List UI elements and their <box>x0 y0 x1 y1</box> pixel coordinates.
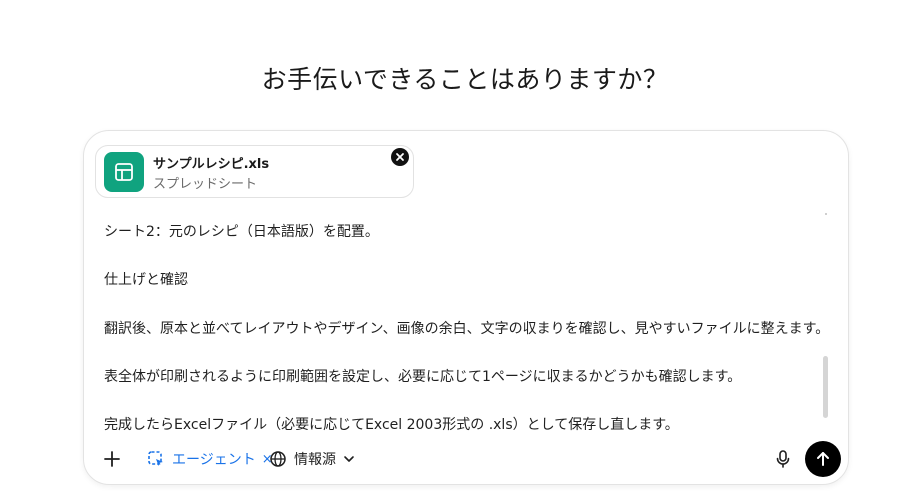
attachment-file-name: サンプルレシピ.xls <box>153 157 270 172</box>
agent-icon <box>148 451 163 466</box>
input-line: 仕上げと確認 <box>104 272 188 288</box>
sources-dropdown[interactable]: 情報源 <box>269 447 355 471</box>
remove-attachment-button[interactable] <box>391 148 409 166</box>
composer-toolbar: エージェント × 情報源 <box>84 439 848 479</box>
message-composer: サンプルレシピ.xls スプレッドシート シート2：元のレシピ（日本語版）を配置… <box>83 130 849 485</box>
input-line: 表全体が印刷されるように印刷範囲を設定し、必要に応じて1ページに収まるかどうかも… <box>104 369 742 385</box>
sources-label: 情報源 <box>294 452 336 468</box>
page-heading: お手伝いできることはありますか？ <box>261 65 669 94</box>
spreadsheet-icon <box>104 152 144 192</box>
input-line: 翻訳後、原本と並べてレイアウトやデザイン、画像の余白、文字の収まりを確認し、見や… <box>104 321 824 337</box>
microphone-icon <box>776 450 790 468</box>
input-line: シート2：元のレシピ（日本語版）を配置。 <box>104 224 379 240</box>
chevron-down-icon <box>343 453 355 465</box>
message-input[interactable]: シート2：元のレシピ（日本語版）を配置。 仕上げと確認 翻訳後、原本と並べてレイ… <box>104 211 824 431</box>
send-button[interactable] <box>805 441 841 477</box>
plus-icon <box>104 451 120 467</box>
agent-label: エージェント <box>172 452 256 468</box>
microphone-button[interactable] <box>771 447 795 471</box>
agent-mode-chip[interactable]: エージェント × <box>147 447 273 471</box>
add-button[interactable] <box>100 447 124 471</box>
attachment-file-type: スプレッドシート <box>153 177 258 192</box>
globe-icon <box>270 451 286 467</box>
chat-page: お手伝いできることはありますか？ サンプルレシピ.xls スプレッドシート シー… <box>0 0 901 498</box>
input-scrollbar[interactable] <box>823 356 828 418</box>
scrollbar-top <box>825 213 827 215</box>
close-icon <box>396 153 404 161</box>
arrow-up-icon <box>817 452 829 466</box>
input-line: 完成したらExcelファイル（必要に応じてExcel 2003形式の .xls）… <box>104 417 679 431</box>
attachment-card[interactable]: サンプルレシピ.xls スプレッドシート <box>95 145 414 198</box>
